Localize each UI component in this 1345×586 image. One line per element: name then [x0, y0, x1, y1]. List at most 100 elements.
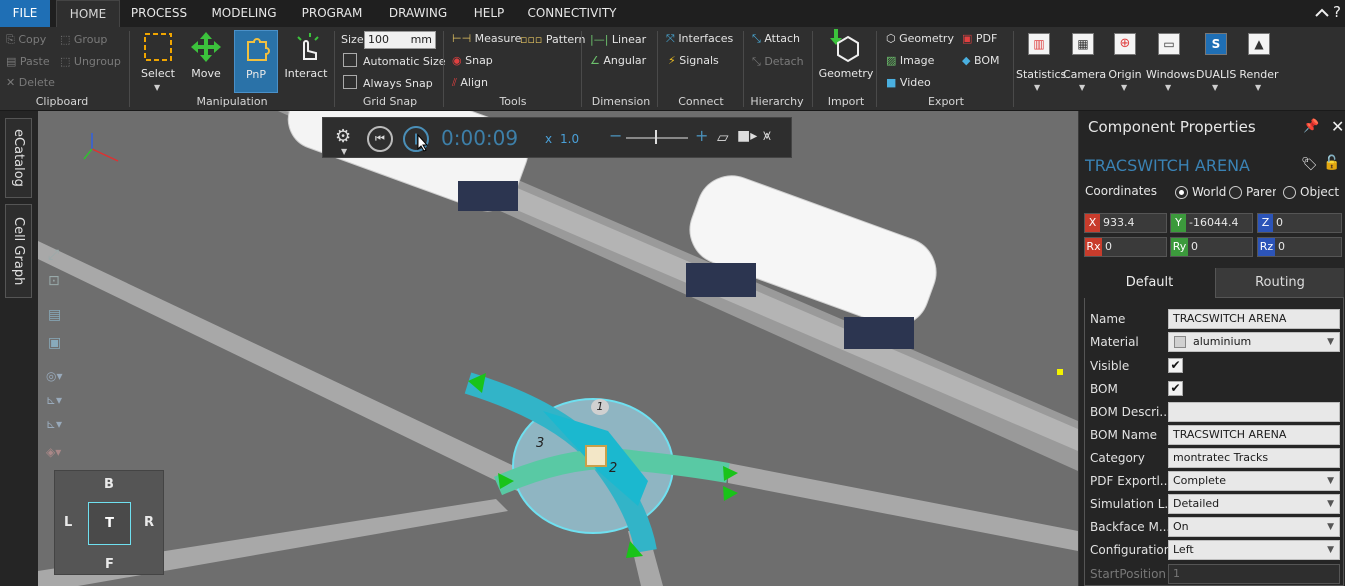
configuration-select[interactable]: Left ▼ [1168, 540, 1340, 560]
parent-radio[interactable] [1229, 186, 1242, 199]
start-position-field[interactable]: 1 [1168, 564, 1340, 584]
tab-modeling[interactable]: MODELING [202, 0, 286, 27]
export-pdf-icon[interactable]: ▱ [717, 128, 729, 146]
detach-button[interactable]: ⤡ Detach [752, 55, 804, 69]
linear-button[interactable]: |—| Linear [590, 33, 646, 46]
tab-home[interactable]: HOME [56, 0, 120, 27]
backface-mode-select[interactable]: On ▼ [1168, 517, 1340, 537]
settings-gear-icon[interactable]: ⚙ [335, 126, 351, 147]
tools-group-label: Tools [499, 95, 527, 108]
tab-connectivity[interactable]: CONNECTIVITY [520, 0, 624, 27]
always-snap-checkbox[interactable] [343, 75, 357, 89]
record-video-icon[interactable]: ■▸ [737, 128, 757, 144]
tab-ecatalog[interactable]: eCatalog [5, 118, 32, 198]
name-field[interactable]: TRACSWITCH ARENA [1168, 309, 1340, 329]
export-geometry-button[interactable]: ⬡ Geometry [886, 32, 954, 45]
material-select[interactable]: aluminium ▼ [1168, 332, 1340, 352]
attach-button[interactable]: ⤡ Attach [752, 32, 800, 46]
simulation-level-select[interactable]: Detailed ▼ [1168, 494, 1340, 514]
render-mode-icon[interactable]: ◈▾ [46, 445, 61, 459]
menu-bar: FILE HOME PROCESS MODELING PROGRAM DRAWI… [0, 0, 1345, 27]
pdf-export-select[interactable]: Complete ▼ [1168, 471, 1340, 491]
camera-button[interactable]: ▦ Camera ▼ [1063, 33, 1106, 95]
pnp-button[interactable]: PnP [234, 30, 278, 93]
angular-button[interactable]: ∠ Angular [590, 54, 646, 67]
bom-name-field[interactable]: TRACSWITCH ARENA [1168, 425, 1340, 445]
pattern-button[interactable]: ▫▫▫ Pattern [520, 33, 585, 46]
collapse-ribbon-icon[interactable] [1314, 6, 1330, 20]
grid-view-icon[interactable]: ⊾▾ [46, 417, 62, 431]
speed-slider[interactable] [626, 137, 688, 139]
box-view-icon[interactable]: ▣ [48, 335, 61, 351]
export-video-button[interactable]: ■ Video [886, 76, 931, 89]
layout-icon[interactable]: ▤ [48, 307, 61, 323]
render-button[interactable]: ▲ Render ▼ [1238, 33, 1280, 95]
nav-front-button[interactable]: F [105, 557, 114, 572]
tab-process[interactable]: PROCESS [124, 0, 194, 27]
ungroup-button[interactable]: ⬚ Ungroup [60, 55, 121, 68]
automatic-size-checkbox[interactable] [343, 53, 357, 67]
interact-button[interactable]: Interact [284, 31, 328, 93]
interfaces-button[interactable]: ⤧ Interfaces [666, 32, 733, 46]
delete-button[interactable]: ✕ Delete [6, 76, 55, 89]
tab-program[interactable]: PROGRAM [292, 0, 372, 27]
windows-button[interactable]: ▭ Windows ▼ [1146, 33, 1195, 95]
visible-checkbox[interactable]: ✔ [1168, 358, 1183, 373]
zoom-extents-icon[interactable]: ⊡ [48, 273, 60, 289]
tab-routing[interactable]: Routing [1216, 268, 1344, 298]
nav-top-button[interactable]: T [88, 502, 131, 545]
tab-file[interactable]: FILE [0, 0, 50, 27]
copy-icon: ⎘ [6, 33, 15, 46]
origin-button[interactable]: ⊕ Origin ▼ [1106, 33, 1144, 95]
nav-left-button[interactable]: L [64, 515, 72, 530]
performance-icon[interactable]: ⩙ [763, 128, 771, 144]
bom-checkbox[interactable]: ✔ [1168, 381, 1183, 396]
ry-field[interactable]: Ry 0 [1170, 237, 1253, 257]
tab-help[interactable]: HELP [466, 0, 512, 27]
export-bom-button[interactable]: ◆ BOM [962, 54, 999, 67]
projection-icon[interactable]: ◎▾ [46, 369, 63, 383]
copy-button[interactable]: ⎘ Copy [6, 33, 46, 47]
bom-description-field[interactable] [1168, 402, 1340, 422]
tab-default[interactable]: Default [1084, 268, 1216, 298]
measure-button[interactable]: ⊢⊣ Measure [452, 32, 521, 45]
import-geometry-button[interactable]: Geometry [818, 29, 874, 91]
axis-view-icon[interactable]: ⊾▾ [46, 393, 62, 407]
x-field[interactable]: X 933.4 [1084, 213, 1167, 233]
export-pdf-button[interactable]: ▣ PDF [962, 32, 997, 45]
y-field[interactable]: Y -16044.4 [1170, 213, 1253, 233]
group-button[interactable]: ⬚ Group [60, 33, 107, 46]
nav-back-button[interactable]: B [104, 477, 114, 492]
dualis-button[interactable]: S DUALIS ▼ [1196, 33, 1236, 95]
statistics-button[interactable]: ▥ Statistics ▼ [1016, 33, 1066, 95]
grid-size-input[interactable]: 100 mm [364, 31, 436, 49]
object-radio[interactable] [1283, 186, 1296, 199]
tag-icon[interactable]: 🏷 [1301, 157, 1318, 172]
3d-viewport[interactable]: 1 2 3 ⤢ ⊡ ▤ ▣ ◎▾ ⊾▾ ⊾▾ ◈▾ B L T R F [38, 111, 1078, 586]
move-button[interactable]: Move [188, 31, 224, 93]
category-field[interactable]: montratec Tracks [1168, 448, 1340, 468]
rewind-button[interactable]: ⏮ [367, 126, 393, 152]
export-image-button[interactable]: ▨ Image [886, 54, 934, 67]
pin-icon[interactable]: 📌 [1303, 119, 1319, 134]
snap-button[interactable]: ◉ Snap [452, 54, 493, 67]
unlock-icon[interactable]: 🔓 [1323, 155, 1340, 171]
rx-field[interactable]: Rx 0 [1084, 237, 1167, 257]
world-label: World [1192, 185, 1227, 199]
nav-right-button[interactable]: R [144, 515, 154, 530]
help-icon[interactable]: ? [1333, 3, 1341, 21]
speed-slider-handle[interactable] [655, 130, 657, 144]
paste-button[interactable]: ▤ Paste [6, 55, 50, 68]
speed-decrease-button[interactable]: − [609, 126, 622, 145]
close-icon[interactable]: ✕ [1331, 117, 1344, 136]
tab-drawing[interactable]: DRAWING [380, 0, 456, 27]
tab-cell-graph[interactable]: Cell Graph [5, 204, 32, 298]
rz-field[interactable]: Rz 0 [1257, 237, 1342, 257]
align-button[interactable]: ⫽ Align [452, 76, 488, 90]
signals-button[interactable]: ⚡ Signals [668, 54, 719, 67]
z-field[interactable]: Z0 [1257, 213, 1342, 233]
speed-increase-button[interactable]: + [695, 126, 708, 145]
fit-view-icon[interactable]: ⤢ [48, 247, 59, 263]
world-radio[interactable] [1175, 186, 1188, 199]
select-button[interactable]: Select ▼ [140, 31, 176, 93]
